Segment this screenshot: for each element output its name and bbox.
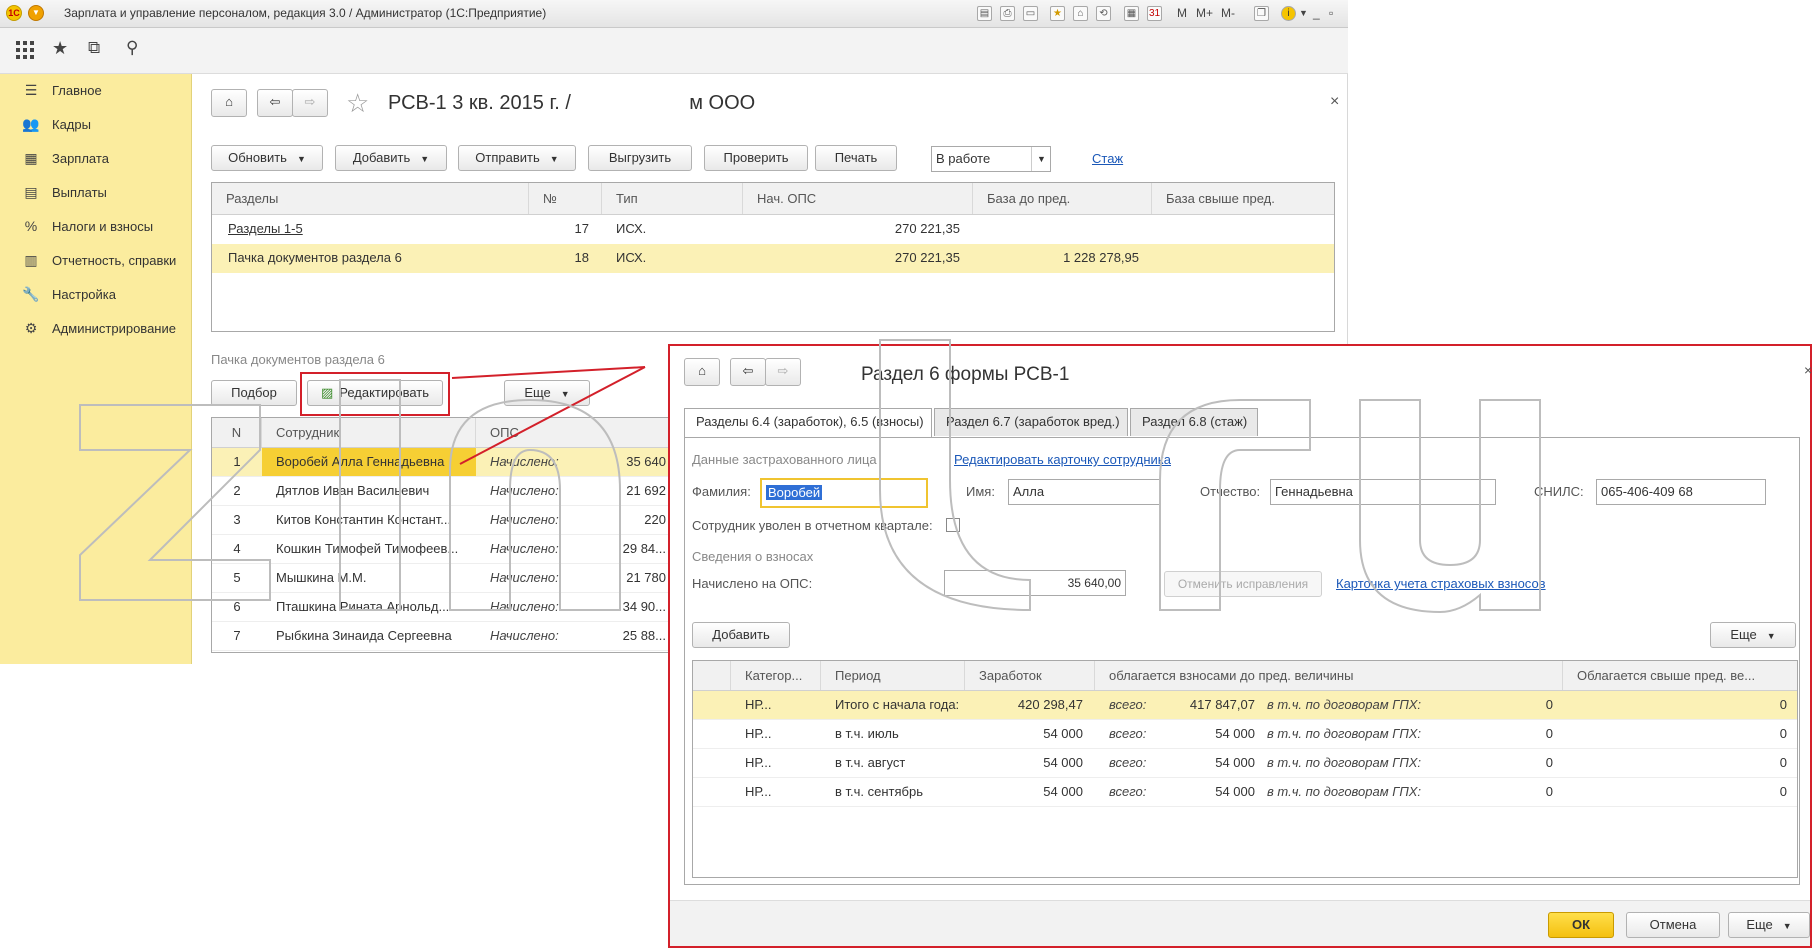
tab-stazh[interactable]: Раздел 6.8 (стаж) (1130, 408, 1258, 436)
total-value-cell: 54 000 (1215, 726, 1255, 741)
section6-dialog: ⌂ ⇦ ⇨ Раздел 6 формы РСВ-1 × Разделы 6.4… (668, 344, 1812, 948)
home-icon: ⌂ (698, 363, 706, 378)
patronymic-label: Отчество: (1200, 484, 1261, 499)
over-limit-cell: 0 (1779, 726, 1787, 741)
gph-value-cell: 0 (1545, 726, 1553, 741)
total-value-cell: 54 000 (1215, 755, 1255, 770)
earnings-cell: 54 000 (1043, 755, 1083, 770)
contrib-card-link[interactable]: Карточка учета страховых взносов (1336, 576, 1546, 591)
chevron-down-icon: ▼ (1782, 921, 1792, 931)
col-header-earnings: Заработок (965, 661, 1095, 690)
ops-label: Начислено на ОПС: (692, 576, 813, 591)
lastname-label: Фамилия: (692, 484, 751, 499)
col-header-taxable: облагается взносами до пред. величины (1095, 661, 1563, 690)
table-row[interactable]: НР... в т.ч. сентябрь 54 000 всего: 54 000 в … (693, 778, 1797, 807)
gph-value-cell: 0 (1545, 697, 1553, 712)
earnings-cell: 54 000 (1043, 726, 1083, 741)
period-cell: в т.ч. август (835, 755, 906, 770)
table-row[interactable]: НР... в т.ч. июль 54 000 всего: 54 000 в т.ч.… (693, 720, 1797, 749)
total-label-cell: всего: (1109, 726, 1147, 741)
undo-corrections-button: Отменить исправления (1164, 571, 1322, 597)
dialog-home-button[interactable]: ⌂ (684, 358, 720, 386)
col-header-blank (693, 661, 731, 690)
snils-field[interactable]: 065-406-409 68 (1596, 479, 1766, 505)
category-cell: НР... (745, 755, 772, 770)
arrow-left-icon: ⇦ (742, 363, 754, 378)
category-cell: НР... (745, 784, 772, 799)
earnings-table: Категор... Период Заработок облагается в… (692, 660, 1798, 878)
table-header: Категор... Период Заработок облагается в… (693, 661, 1797, 691)
earnings-cell: 54 000 (1043, 784, 1083, 799)
period-cell: в т.ч. июль (835, 726, 899, 741)
gph-label-cell: в т.ч. по договорам ГПХ: (1267, 726, 1422, 741)
arrow-right-icon: ⇨ (777, 363, 789, 378)
gph-value-cell: 0 (1545, 784, 1553, 799)
dialog-back-button[interactable]: ⇦ (730, 358, 766, 386)
col-header-period: Период (821, 661, 965, 690)
category-cell: НР... (745, 726, 772, 741)
chevron-down-icon: ▼ (1766, 631, 1776, 641)
ops-field[interactable]: 35 640,00 (944, 570, 1126, 596)
dialog-more-button[interactable]: Еще ▼ (1728, 912, 1810, 938)
dismissed-checkbox[interactable] (946, 518, 960, 532)
total-value-cell: 54 000 (1215, 784, 1255, 799)
dialog-forward-button[interactable]: ⇨ (765, 358, 801, 386)
total-label-cell: всего: (1109, 784, 1147, 799)
dialog-add-button[interactable]: Добавить (692, 622, 790, 648)
dialog-table-more-button[interactable]: Еще ▼ (1710, 622, 1796, 648)
ok-button[interactable]: ОК (1548, 912, 1614, 938)
table-row[interactable]: НР... Итого с начала года: 420 298,47 всего… (693, 691, 1797, 720)
insured-group: Данные застрахованного лица (692, 452, 877, 467)
gph-value-cell: 0 (1545, 755, 1553, 770)
dialog-close-icon[interactable]: × (1804, 362, 1812, 378)
total-value-cell: 417 847,07 (1189, 697, 1255, 712)
edit-card-link[interactable]: Редактировать карточку сотрудника (954, 452, 1171, 467)
firstname-label: Имя: (966, 484, 995, 499)
period-cell: в т.ч. сентябрь (835, 784, 923, 799)
total-label-cell: всего: (1109, 755, 1147, 770)
contrib-group: Сведения о взносах (692, 549, 814, 564)
dismissed-label: Сотрудник уволен в отчетном квартале: (692, 518, 933, 533)
over-limit-cell: 0 (1779, 697, 1787, 712)
total-label-cell: всего: (1109, 697, 1147, 712)
col-header-over-limit: Облагается свыше пред. ве... (1577, 668, 1756, 683)
col-header-category: Категор... (731, 661, 821, 690)
over-limit-cell: 0 (1779, 755, 1787, 770)
patronymic-field[interactable]: Геннадьевна (1270, 479, 1496, 505)
gph-label-cell: в т.ч. по договорам ГПХ: (1267, 755, 1422, 770)
gph-label-cell: в т.ч. по договорам ГПХ: (1267, 697, 1422, 712)
firstname-field[interactable]: Алла (1008, 479, 1160, 505)
dialog-title: Раздел 6 формы РСВ-1 (861, 364, 1070, 385)
gph-label-cell: в т.ч. по договорам ГПХ: (1267, 784, 1422, 799)
tab-harmful[interactable]: Раздел 6.7 (заработок вред.) (934, 408, 1128, 436)
period-cell: Итого с начала года: (835, 697, 960, 712)
table-row[interactable]: НР... в т.ч. август 54 000 всего: 54 000 в т.… (693, 749, 1797, 778)
tab-earnings[interactable]: Разделы 6.4 (заработок), 6.5 (взносы) (684, 408, 932, 438)
category-cell: НР... (745, 697, 772, 712)
earnings-cell: 420 298,47 (1017, 697, 1083, 712)
cancel-button[interactable]: Отмена (1626, 912, 1720, 938)
snils-label: СНИЛС: (1534, 484, 1584, 499)
lastname-field[interactable]: Воробей (760, 478, 928, 508)
over-limit-cell: 0 (1779, 784, 1787, 799)
